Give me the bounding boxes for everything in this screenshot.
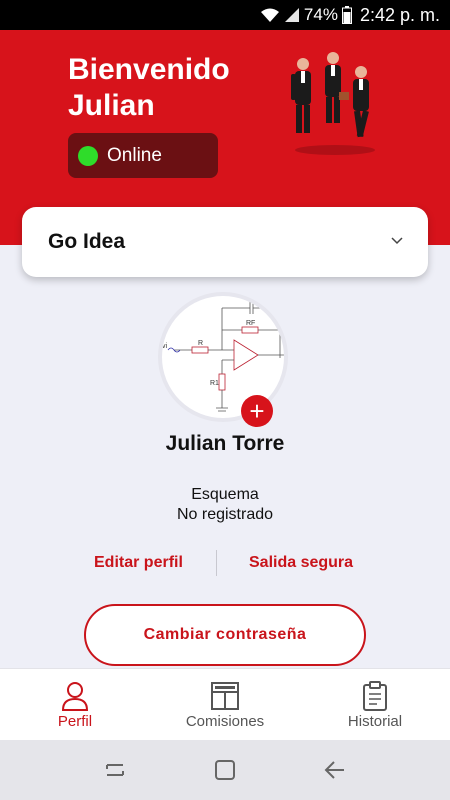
change-password-button[interactable]: Cambiar contraseña [84,604,366,666]
battery-percent: 74% [303,5,338,24]
welcome-title: Bienvenido Julian [68,52,230,124]
circuit-label-vi: vi [162,343,168,350]
clock: 2:42 p. m. [359,4,440,25]
nav-item-perfil[interactable]: Perfil [0,669,150,740]
circuit-label-r: R [198,340,203,347]
nav-item-historial[interactable]: Historial [300,669,450,740]
company-select-value: Go Idea [48,230,126,253]
online-status-label: Online [107,144,162,166]
online-dot-icon [78,145,98,166]
safe-exit-link[interactable]: Salida segura [249,554,353,572]
signal-icon [284,7,300,23]
plus-icon: + [249,396,265,426]
nav-label-perfil: Perfil [57,713,93,730]
business-people-illustration [291,52,375,155]
user-icon [61,682,89,711]
back-button[interactable] [315,750,355,790]
back-arrow-icon [324,761,344,779]
scheme-info: Esquema No registrado [0,485,450,525]
actions-divider [216,550,217,576]
clipboard-icon [363,681,387,711]
recent-apps-button[interactable] [95,750,135,790]
add-photo-button[interactable]: + [241,395,273,427]
profile-name: Julian Torre [165,432,285,455]
nav-label-comisiones: Comisiones [185,713,265,730]
scheme-label: Esquema [191,486,259,503]
system-nav-bar [0,740,450,800]
profile-actions: Editar perfil Salida segura [0,550,450,576]
online-status-badge[interactable]: Online [68,133,218,178]
status-bar: 74% 2:42 p. m. [0,0,450,30]
company-select[interactable]: Go Idea [22,207,428,277]
nav-item-comisiones[interactable]: Comisiones [150,669,300,740]
circuit-label-r1: R1 [210,380,219,387]
bottom-nav: Perfil Comisiones Historial [0,668,450,740]
wifi-icon [260,7,280,23]
welcome-username: Julian [68,89,155,122]
recent-apps-icon [106,764,124,776]
edit-profile-link[interactable]: Editar perfil [94,554,183,572]
scheme-value: No registrado [176,506,274,523]
nav-label-historial: Historial [347,713,403,730]
battery-icon [341,6,352,24]
home-button[interactable] [205,750,245,790]
circuit-label-rf: RF [246,320,255,327]
home-icon [215,760,235,780]
chevron-down-icon [390,233,404,251]
welcome-greeting: Bienvenido [68,53,230,86]
dashboard-icon [211,682,239,710]
